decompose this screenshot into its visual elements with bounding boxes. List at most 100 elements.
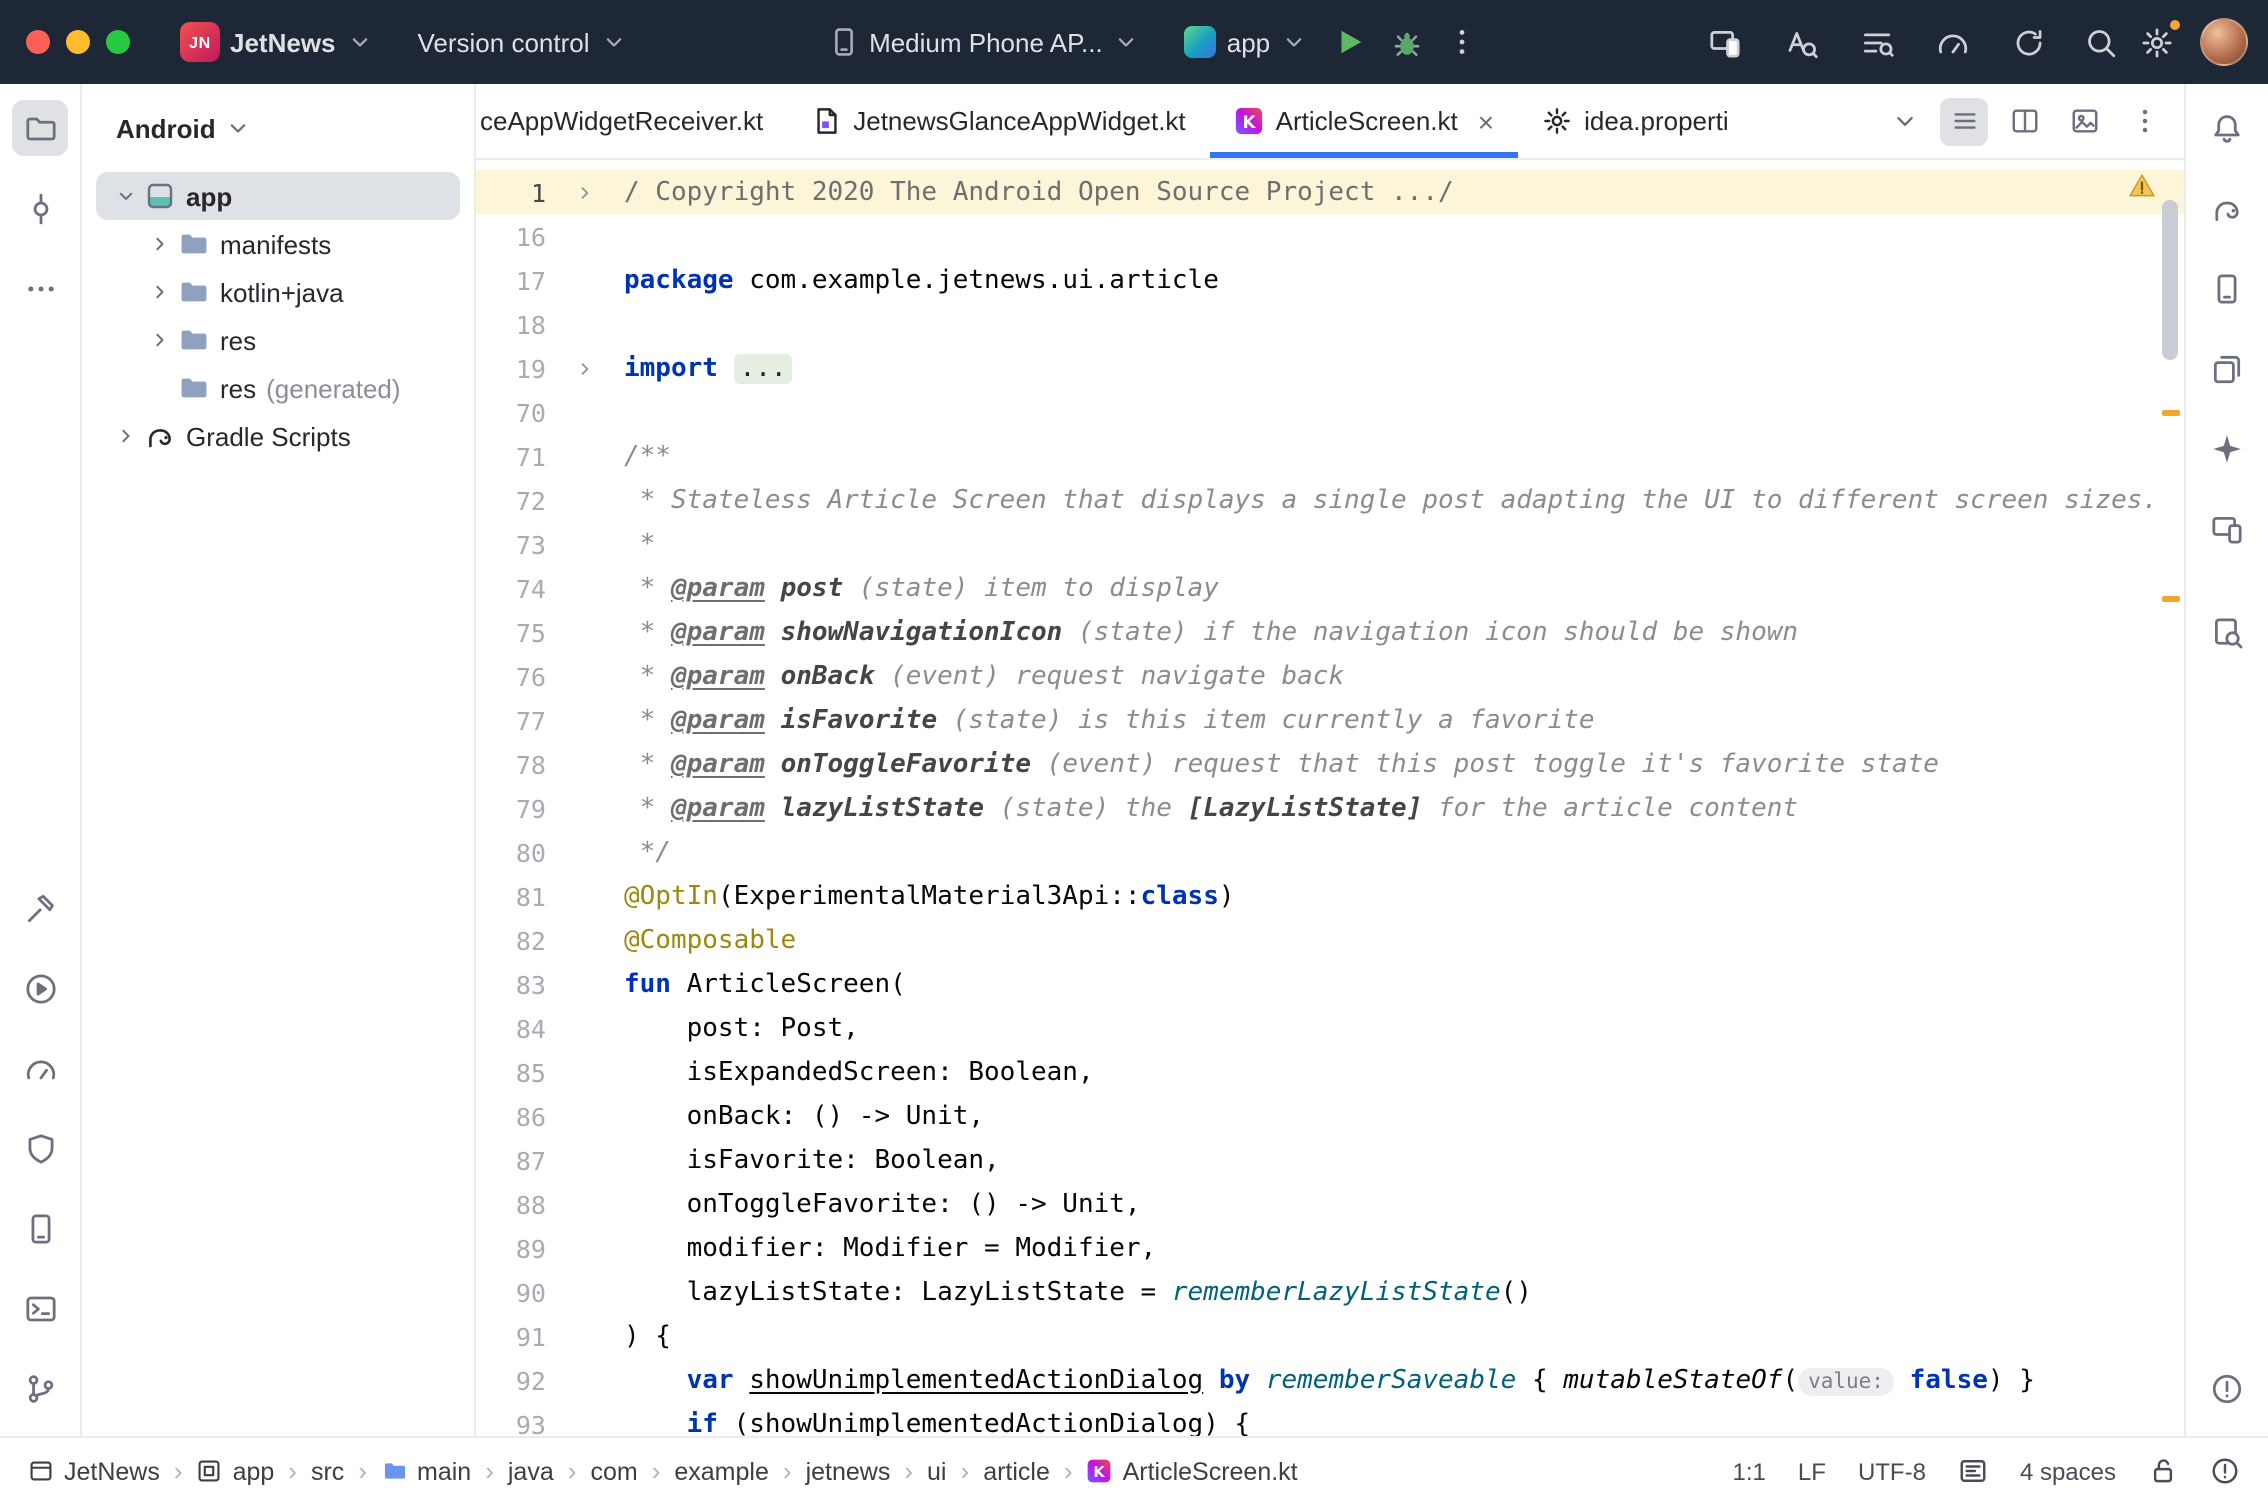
code-line-72[interactable]: 72 * Stateless Article Screen that displ… — [476, 478, 2184, 522]
code-line-93[interactable]: 93 if (showUnimplementedActionDialog) { — [476, 1402, 2184, 1436]
readonly-toggle[interactable] — [2148, 1456, 2178, 1486]
code-line-18[interactable]: 18 — [476, 302, 2184, 346]
code-line-70[interactable]: 70 — [476, 390, 2184, 434]
project-folder-toolwindow-button[interactable] — [12, 100, 68, 156]
more-tool-windows-toolwindow-button[interactable] — [12, 260, 68, 316]
code-line-1[interactable]: 1/ Copyright 2020 The Android Open Sourc… — [476, 170, 2184, 214]
breadcrumb-jetnews[interactable]: jetnews — [806, 1457, 891, 1485]
tab-jetnewsglanceappwidget-kt[interactable]: JetnewsGlanceAppWidget.kt — [787, 84, 1209, 158]
editor-scrollbar-thumb[interactable] — [2162, 200, 2178, 360]
commit-toolwindow-button[interactable] — [12, 180, 68, 236]
code-line-71[interactable]: 71/** — [476, 434, 2184, 478]
more-run-actions-button[interactable] — [1434, 14, 1490, 70]
line-separator[interactable]: LF — [1798, 1457, 1826, 1485]
breadcrumb-jetnews[interactable]: JetNews — [28, 1457, 160, 1485]
code-line-86[interactable]: 86 onBack: () -> Unit, — [476, 1094, 2184, 1138]
code-line-73[interactable]: 73 * — [476, 522, 2184, 566]
chevron-right-icon-wrap[interactable] — [144, 280, 176, 304]
close-tab-icon[interactable]: × — [1478, 107, 1494, 135]
code-editor[interactable]: 1/ Copyright 2020 The Android Open Sourc… — [476, 160, 2184, 1436]
indent-style-button[interactable] — [1958, 1456, 1988, 1486]
project-menu[interactable]: JN JetNews — [166, 14, 388, 70]
minimize-window-button[interactable] — [66, 30, 90, 54]
fold-marker-icon[interactable] — [546, 357, 624, 379]
code-line-89[interactable]: 89 modifier: Modifier = Modifier, — [476, 1226, 2184, 1270]
tree-item-res[interactable]: res — [96, 316, 460, 364]
profiler-toolwindow-button[interactable] — [12, 1040, 68, 1096]
code-line-85[interactable]: 85 isExpandedScreen: Boolean, — [476, 1050, 2184, 1094]
code-line-83[interactable]: 83fun ArticleScreen( — [476, 962, 2184, 1006]
hidden-tabs-button[interactable] — [1880, 97, 1928, 145]
run-button[interactable] — [1322, 14, 1378, 70]
settings-button[interactable] — [2128, 14, 2184, 70]
code-line-91[interactable]: 91) { — [476, 1314, 2184, 1358]
app-insights-toolwindow-button[interactable] — [2199, 604, 2255, 660]
caret-position[interactable]: 1:1 — [1733, 1457, 1766, 1485]
code-line-76[interactable]: 76 * @param onBack (event) request navig… — [476, 654, 2184, 698]
breadcrumb-java[interactable]: java — [508, 1457, 554, 1485]
debug-button[interactable] — [1378, 14, 1434, 70]
problems-indicator[interactable] — [2210, 1456, 2240, 1486]
code-line-87[interactable]: 87 isFavorite: Boolean, — [476, 1138, 2184, 1182]
code-line-79[interactable]: 79 * @param lazyListState (state) the [L… — [476, 786, 2184, 830]
breadcrumb-com[interactable]: com — [590, 1457, 637, 1485]
app-quality-insights-toolwindow-button[interactable] — [12, 1120, 68, 1176]
tree-item-kotlin-java[interactable]: kotlin+java — [96, 268, 460, 316]
breadcrumb-article[interactable]: article — [983, 1457, 1050, 1485]
tree-item-app[interactable]: app — [96, 172, 460, 220]
gradle-toolwindow-button[interactable] — [2199, 180, 2255, 236]
code-line-92[interactable]: 92 var showUnimplementedActionDialog by … — [476, 1358, 2184, 1402]
device-manager-toolwindow-button[interactable] — [12, 1200, 68, 1256]
device-manager-toolwindow-button[interactable] — [2199, 260, 2255, 316]
code-line-81[interactable]: 81@OptIn(ExperimentalMaterial3Api::class… — [476, 874, 2184, 918]
editor-more-button[interactable] — [2120, 97, 2168, 145]
code-line-16[interactable]: 16 — [476, 214, 2184, 258]
breadcrumb-articlescreen-kt[interactable]: KArticleScreen.kt — [1087, 1457, 1298, 1485]
file-encoding[interactable]: UTF-8 — [1858, 1457, 1926, 1485]
breadcrumb-src[interactable]: src — [311, 1457, 344, 1485]
tab-ceappwidgetreceiver-kt[interactable]: ceAppWidgetReceiver.kt — [476, 84, 787, 158]
code-line-78[interactable]: 78 * @param onToggleFavorite (event) req… — [476, 742, 2184, 786]
gemini-toolwindow-button[interactable] — [2199, 420, 2255, 476]
code-line-90[interactable]: 90 lazyListState: LazyListState = rememb… — [476, 1270, 2184, 1314]
version-control-toolwindow-button[interactable] — [12, 1360, 68, 1416]
chevron-right-icon-wrap[interactable] — [144, 232, 176, 256]
tree-item-res[interactable]: res(generated) — [96, 364, 460, 412]
split-view-button[interactable] — [2000, 97, 2048, 145]
close-window-button[interactable] — [26, 30, 50, 54]
tab-articlescreen-kt[interactable]: KArticleScreen.kt× — [1210, 84, 1518, 158]
logcat-button[interactable] — [1848, 14, 1904, 70]
build-toolwindow-button[interactable] — [12, 880, 68, 936]
run-configuration-selector[interactable]: app — [1171, 18, 1322, 66]
breadcrumb-ui[interactable]: ui — [927, 1457, 946, 1485]
chevron-down-icon-wrap[interactable] — [110, 184, 142, 208]
tree-item-gradle-scripts[interactable]: Gradle Scripts — [96, 412, 460, 460]
tree-item-manifests[interactable]: manifests — [96, 220, 460, 268]
vcs-widget[interactable]: Version control — [404, 19, 642, 65]
code-line-17[interactable]: 17package com.example.jetnews.ui.article — [476, 258, 2184, 302]
chevron-right-icon-wrap[interactable] — [110, 424, 142, 448]
code-line-19[interactable]: 19import ... — [476, 346, 2184, 390]
code-line-84[interactable]: 84 post: Post, — [476, 1006, 2184, 1050]
terminal-toolwindow-button[interactable] — [12, 1280, 68, 1336]
code-line-80[interactable]: 80 */ — [476, 830, 2184, 874]
gradle-sync-button[interactable] — [2000, 14, 2056, 70]
warning-stripe-mark[interactable] — [2162, 596, 2180, 602]
running-devices-button[interactable] — [1696, 14, 1752, 70]
code-inspection-button[interactable] — [1772, 14, 1828, 70]
device-selector[interactable]: Medium Phone AP... — [813, 18, 1155, 66]
code-line-88[interactable]: 88 onToggleFavorite: () -> Unit, — [476, 1182, 2184, 1226]
user-avatar[interactable] — [2200, 18, 2248, 66]
search-everywhere-button[interactable] — [2072, 14, 2128, 70]
fold-marker-icon[interactable] — [546, 181, 624, 203]
code-view-button[interactable] — [1940, 97, 1988, 145]
profiler-button[interactable] — [1924, 14, 1980, 70]
chevron-right-icon-wrap[interactable] — [144, 328, 176, 352]
inspections-widget[interactable] — [2128, 172, 2156, 200]
problems-toolwindow-button[interactable] — [2199, 1360, 2255, 1416]
warning-stripe-mark[interactable] — [2162, 410, 2180, 416]
code-line-74[interactable]: 74 * @param post (state) item to display — [476, 566, 2184, 610]
project-view-selector[interactable]: Android — [82, 84, 474, 172]
code-line-77[interactable]: 77 * @param isFavorite (state) is this i… — [476, 698, 2184, 742]
tab-idea-properti[interactable]: idea.properti — [1518, 84, 1753, 158]
